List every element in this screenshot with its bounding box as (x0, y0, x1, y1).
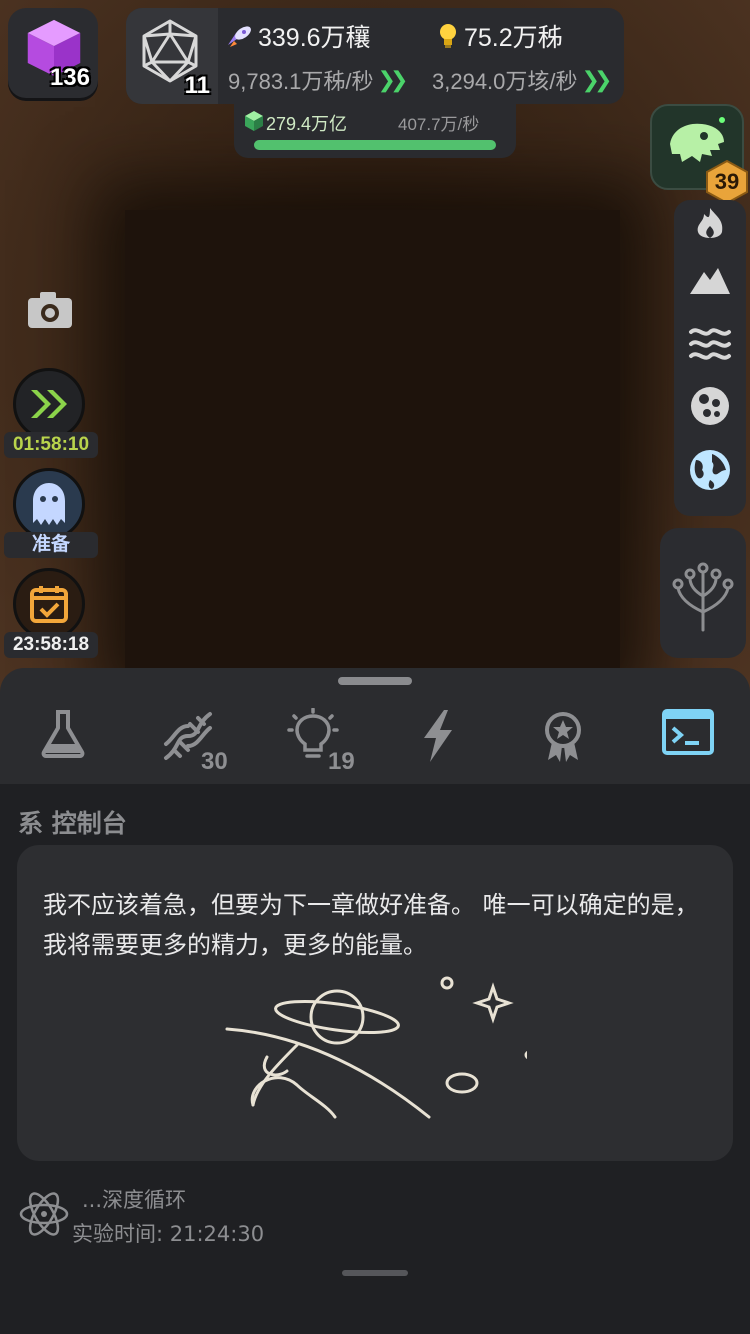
resource1-rate: 9,783.1万秭/秒 (228, 69, 374, 94)
atom-icon (19, 1192, 69, 1236)
home-indicator (342, 1270, 408, 1276)
resource1-value-row[interactable]: 339.6万穰 (226, 18, 371, 54)
calendar-check-icon (30, 586, 68, 623)
console-message: 我不应该着急，但要为下一章做好准备。 唯一可以确定的是，我将需要更多的精力，更多… (43, 891, 699, 959)
planet-sketch-icon (225, 976, 527, 1119)
tab-ideas-badge: 19 (328, 748, 355, 775)
mountain-icon[interactable] (686, 256, 734, 304)
flask-icon (41, 710, 84, 758)
camera-button[interactable] (26, 290, 74, 334)
tab-dna[interactable]: 30 (125, 698, 250, 784)
environment-stack (674, 200, 746, 516)
ghost-button[interactable] (13, 468, 85, 540)
d20-button[interactable]: 11 (126, 8, 218, 104)
globe-icon[interactable] (686, 446, 734, 494)
sub-value: 279.4万亿 (266, 114, 348, 134)
resource2-value: 75.2万秭 (464, 24, 563, 52)
resource1-rate-row: 9,783.1万秭/秒 ❯❯ (228, 64, 409, 96)
level-badge[interactable]: 136 (8, 8, 98, 98)
level-number: 136 (49, 64, 90, 91)
branch-tree-icon (672, 562, 734, 632)
sub-progress-bar (254, 140, 496, 150)
rocket-icon (228, 26, 251, 47)
double-chevron-icon: ❯❯ (581, 67, 613, 93)
speed-timer: 01:58:10 (4, 432, 98, 458)
calendar-button[interactable] (13, 568, 85, 640)
terminal-icon (661, 709, 714, 755)
console-title: 系 控制台 (18, 809, 127, 838)
medal-icon (544, 712, 581, 762)
lightning-icon (423, 710, 452, 762)
resource2-rate: 3,294.0万垓/秒 (432, 69, 578, 94)
camera-icon (28, 292, 72, 328)
cells-icon[interactable] (686, 382, 734, 430)
dark-chamber (125, 210, 620, 680)
waves-icon[interactable] (686, 318, 734, 366)
sub-progress-fill (254, 140, 496, 150)
fast-forward-icon (31, 390, 67, 418)
double-chevron-icon: ❯❯ (377, 67, 409, 93)
resource2-rate-row: 3,294.0万垓/秒 ❯❯ (432, 64, 613, 96)
resource2-value-row[interactable]: 75.2万秭 (438, 18, 563, 54)
green-cube-icon (245, 111, 263, 131)
tab-energy[interactable] (375, 698, 500, 784)
tab-dna-badge: 30 (201, 748, 228, 775)
calendar-timer: 23:58:18 (4, 632, 98, 658)
tab-console[interactable] (625, 698, 750, 784)
branch-tree-button[interactable] (660, 528, 746, 658)
console-panel: 系 控制台 我不应该着急，但要为下一章做好准备。 唯一可以确定的是，我将需要更多… (0, 784, 750, 1334)
lightbulb-icon (440, 24, 456, 48)
resource1-value: 339.6万穰 (258, 24, 371, 52)
status-line1: ...深度循环 (82, 1188, 187, 1212)
ghost-label: 准备 (4, 532, 98, 558)
tab-achievements[interactable] (500, 698, 625, 784)
speed-boost-button[interactable] (13, 368, 85, 440)
sheet-drag-handle[interactable] (338, 677, 412, 685)
resource-panel: 11 339.6万穰 9,783.1万秭/秒 ❯❯ 75.2万秭 3,294.0… (126, 8, 624, 104)
energy-sub-bar[interactable]: 279.4万亿 407.7万/秒 (234, 104, 516, 158)
sub-rate: 407.7万/秒 (398, 115, 480, 134)
fire-icon[interactable] (686, 200, 734, 248)
tab-lab[interactable] (0, 698, 125, 784)
ghost-icon (33, 483, 65, 525)
d20-count: 11 (184, 72, 210, 99)
status-line2: 实验时间: 21:24:30 (72, 1222, 265, 1246)
message-card: 我不应该着急，但要为下一章做好准备。 唯一可以确定的是，我将需要更多的精力，更多… (17, 845, 733, 1161)
dino-button[interactable]: 39 (650, 104, 748, 204)
tab-ideas[interactable]: 19 (250, 698, 375, 784)
dino-level: 39 (714, 169, 740, 194)
tab-bar: 30 19 (0, 698, 750, 784)
